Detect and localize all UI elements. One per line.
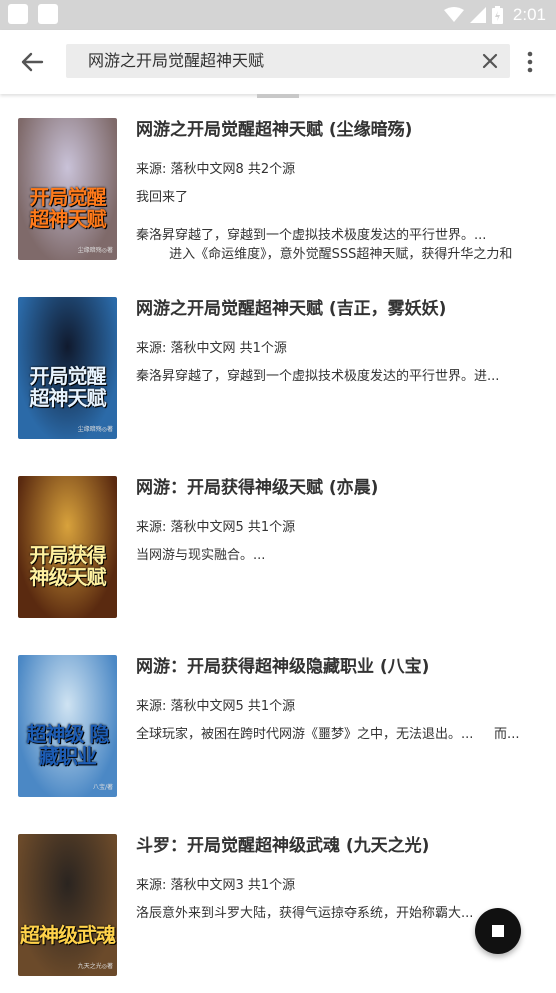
book-cover: 开局获得 神级天赋 (18, 476, 117, 618)
book-intro: 秦洛昇穿越了，穿越到一个虚拟技术极度发达的平行世界。进... (136, 369, 500, 384)
book-title: 网游之开局觉醒超神天赋 (吉正，雾妖妖) (136, 299, 447, 319)
search-input[interactable]: 网游之开局觉醒超神天赋 (66, 44, 510, 78)
cover-author: 尘缘暗殇◎著 (77, 247, 113, 254)
search-toolbar: 网游之开局觉醒超神天赋 (0, 30, 556, 94)
book-source: 来源: 落秋中文网5 共1个源 (136, 699, 296, 714)
back-arrow-icon[interactable] (18, 48, 46, 76)
book-source: 来源: 落秋中文网5 共1个源 (136, 520, 296, 535)
book-intro: 当网游与现实融合。... (136, 548, 266, 563)
cover-title: 开局觉醒 超神天赋 (29, 185, 107, 231)
book-cover: 开局觉醒 超神天赋 尘缘暗殇◎著 (18, 297, 117, 439)
book-cover: 开局觉醒 超神天赋 尘缘暗殇◎著 (18, 118, 117, 260)
book-cover: 超神级武魂 九天之光◎著 (18, 834, 117, 976)
notification-icon (38, 4, 58, 24)
book-result-item[interactable]: 超神级 隐藏职业 八宝/著 网游：开局获得超神级隐藏职业 (八宝) 来源: 落秋… (0, 635, 556, 814)
book-intro: 洛辰意外来到斗罗大陆，获得气运掠夺系统，开始称霸大... (136, 906, 474, 921)
book-intro: 全球玩家，被困在跨时代网游《噩梦》之中，无法退出。... 而... (136, 727, 520, 742)
cover-title: 开局觉醒 超神天赋 (29, 364, 107, 410)
cover-title: 超神级 隐藏职业 (26, 722, 110, 768)
book-result-item[interactable]: 超神级武魂 九天之光◎著 斗罗：开局觉醒超神级武魂 (九天之光) 来源: 落秋中… (0, 814, 556, 993)
more-vert-icon[interactable] (522, 48, 538, 76)
book-result-item[interactable]: 开局觉醒 超神天赋 尘缘暗殇◎著 网游之开局觉醒超神天赋 (尘缘暗殇) 来源: … (0, 98, 556, 277)
book-title: 网游：开局获得超神级隐藏职业 (八宝) (136, 657, 430, 677)
book-result-item[interactable]: 开局觉醒 超神天赋 尘缘暗殇◎著 网游之开局觉醒超神天赋 (吉正，雾妖妖) 来源… (0, 277, 556, 456)
cover-title: 开局获得 神级天赋 (29, 543, 107, 589)
notification-icon (8, 4, 28, 24)
close-icon[interactable] (480, 51, 500, 71)
stop-search-button[interactable] (475, 908, 521, 954)
search-query[interactable]: 网游之开局觉醒超神天赋 (88, 44, 264, 78)
book-result-item[interactable]: 开局获得 神级天赋 网游：开局获得神级天赋 (亦晨) 来源: 落秋中文网5 共1… (0, 456, 556, 635)
wifi-icon (443, 7, 464, 22)
book-source: 来源: 落秋中文网8 共2个源 (136, 162, 296, 177)
clock: 2:01 (512, 5, 546, 24)
cover-author: 尘缘暗殇◎著 (77, 426, 113, 433)
book-title: 网游：开局获得神级天赋 (亦晨) (136, 478, 379, 498)
cover-title: 超神级武魂 (20, 923, 116, 947)
signal-icon (469, 7, 486, 23)
book-intro: 我回来了 秦洛昇穿越了，穿越到一个虚拟技术极度发达的平行世界。... 进入《命运… (136, 190, 513, 262)
search-results-list: 开局觉醒 超神天赋 尘缘暗殇◎著 网游之开局觉醒超神天赋 (尘缘暗殇) 来源: … (0, 98, 556, 993)
book-source: 来源: 落秋中文网3 共1个源 (136, 878, 296, 893)
cover-author: 八宝/著 (92, 784, 113, 791)
status-bar: 2:01 (0, 0, 556, 30)
cover-author: 九天之光◎著 (77, 963, 113, 970)
book-source: 来源: 落秋中文网 共1个源 (136, 341, 287, 356)
stop-icon (492, 925, 504, 937)
book-title: 斗罗：开局觉醒超神级武魂 (九天之光) (136, 836, 430, 856)
battery-icon (491, 6, 503, 24)
book-title: 网游之开局觉醒超神天赋 (尘缘暗殇) (136, 120, 413, 140)
book-cover: 超神级 隐藏职业 八宝/著 (18, 655, 117, 797)
